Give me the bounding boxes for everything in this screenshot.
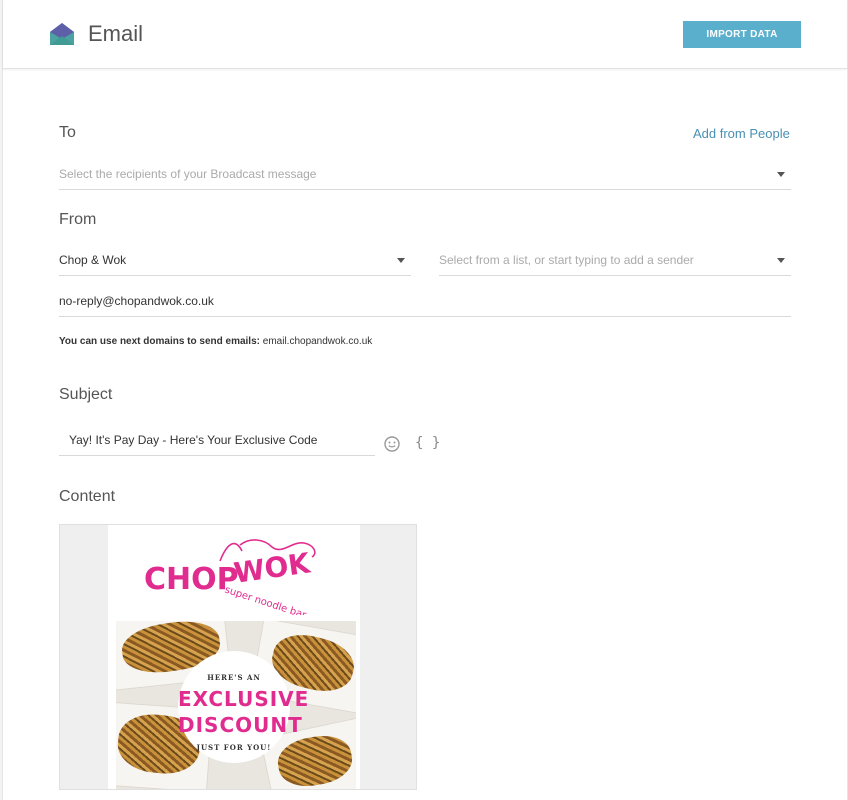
sender-email-value: no-reply@chopandwok.co.uk xyxy=(59,294,214,308)
add-from-people-link[interactable]: Add from People xyxy=(693,126,790,141)
badge-line-discount: DISCOUNT xyxy=(178,713,303,737)
logo-tagline: super noodle bar xyxy=(223,585,308,615)
chevron-down-icon xyxy=(777,258,785,263)
recipients-select[interactable]: Select the recipients of your Broadcast … xyxy=(59,159,791,190)
domains-note: You can use next domains to send emails:… xyxy=(59,336,372,347)
page-title: Email xyxy=(88,21,144,46)
badge-line-exclusive: EXCLUSIVE xyxy=(178,687,310,711)
chevron-down-icon xyxy=(397,258,405,263)
chop-and-wok-logo: CHOP WOK super noodle bar xyxy=(144,539,316,615)
import-data-button[interactable]: IMPORT DATA xyxy=(683,21,801,48)
content-label: Content xyxy=(59,488,116,505)
sender-placeholder: Select from a list, or start typing to a… xyxy=(439,253,694,267)
discount-badge: HERE'S AN EXCLUSIVE DISCOUNT JUST FOR YO… xyxy=(178,651,310,763)
email-content-preview[interactable]: CHOP WOK super noodle bar HERE'S AN EXCL… xyxy=(59,524,417,790)
sender-address-select[interactable]: Select from a list, or start typing to a… xyxy=(439,245,791,276)
smiley-icon[interactable] xyxy=(383,435,401,453)
domains-note-value: email.chopandwok.co.uk xyxy=(262,336,373,347)
sender-name-value: Chop & Wok xyxy=(59,253,127,267)
subject-label: Subject xyxy=(59,386,113,403)
domains-note-label: You can use next domains to send emails: xyxy=(59,336,260,347)
sender-email-field[interactable]: no-reply@chopandwok.co.uk xyxy=(59,286,791,317)
badge-top-text: HERE'S AN xyxy=(207,673,261,682)
chevron-down-icon xyxy=(777,172,785,177)
braces-icon[interactable]: { } xyxy=(415,435,440,451)
subject-value: Yay! It's Pay Day - Here's Your Exclusiv… xyxy=(69,433,318,447)
app-header: Email IMPORT DATA xyxy=(3,0,847,69)
subject-input[interactable]: Yay! It's Pay Day - Here's Your Exclusiv… xyxy=(59,425,375,456)
recipients-placeholder: Select the recipients of your Broadcast … xyxy=(59,167,317,181)
sender-name-select[interactable]: Chop & Wok xyxy=(59,245,411,276)
envelope-icon xyxy=(50,23,74,45)
from-label: From xyxy=(59,211,97,228)
email-composer: Email IMPORT DATA To Add from People Sel… xyxy=(2,0,848,800)
to-label: To xyxy=(59,124,76,141)
logo-word-wok: WOK xyxy=(232,546,314,589)
badge-bottom-text: JUST FOR YOU! xyxy=(196,743,272,752)
